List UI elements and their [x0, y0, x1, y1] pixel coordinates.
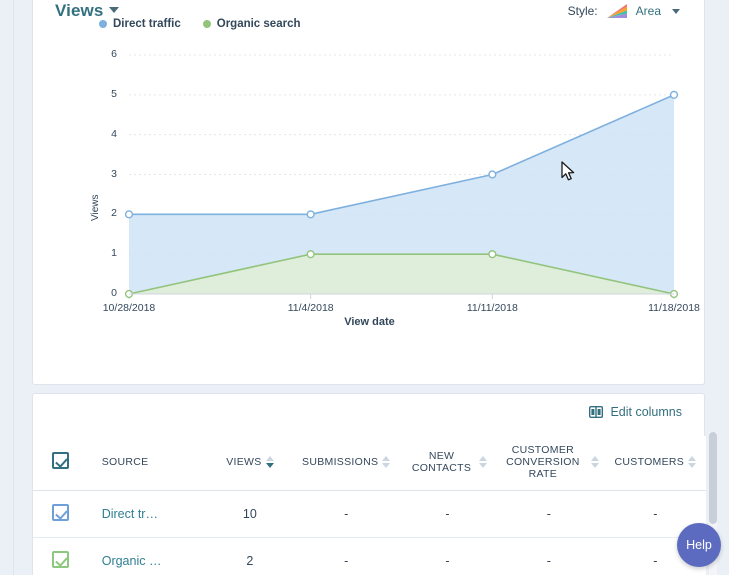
x-tick-label: 11/4/2018 — [261, 302, 361, 314]
table-row[interactable]: Organic …2---- — [33, 538, 706, 575]
y-tick-label: 2 — [99, 207, 117, 219]
legend-label: Organic search — [217, 18, 301, 30]
sources-table-card: Edit columns SOURCE VIEWS — [32, 393, 705, 575]
column-label: SOURCE — [102, 456, 149, 468]
table-body: Direct tr…10----Organic …2---- — [33, 491, 706, 575]
sort-asc-icon — [266, 456, 274, 461]
edit-columns-label: Edit columns — [610, 405, 682, 419]
customer-conversion-rate-cell: - — [493, 491, 604, 538]
views-cell: 2 — [209, 538, 290, 575]
row-checkbox[interactable] — [52, 504, 69, 521]
column-label: CUSTOMERS — [615, 456, 685, 468]
mouse-cursor — [561, 161, 577, 183]
legend-item-organic-search[interactable]: Organic search — [203, 18, 301, 30]
row-select-cell — [33, 538, 88, 575]
sort-asc-icon — [382, 456, 390, 461]
table-header-row: SOURCE VIEWS — [33, 436, 706, 491]
table-header: SOURCE VIEWS — [33, 436, 706, 491]
row-checkbox[interactable] — [52, 551, 69, 568]
column-header-customers[interactable]: CUSTOMERS — [605, 436, 706, 491]
column-header-customer-conversion-rate[interactable]: CUSTOMER CONVERSION RATE — [493, 436, 604, 491]
submissions-cell: - — [290, 491, 401, 538]
area-chart-svg — [33, 35, 706, 335]
column-header-new-contacts[interactable]: NEW CONTACTS — [402, 436, 493, 491]
source-cell: Organic … — [88, 538, 210, 575]
x-tick-label: 10/28/2018 — [79, 302, 179, 314]
new-contacts-cell: - — [402, 538, 493, 575]
chart-legend: Direct traffic Organic search — [99, 18, 300, 30]
chevron-down-icon — [109, 7, 119, 13]
chart-plot-area: Views View date 0123456 10/28/201811/4/2… — [33, 35, 706, 335]
help-label: Help — [686, 538, 712, 552]
x-axis-title: View date — [33, 316, 706, 328]
page-title: Views — [55, 1, 103, 20]
columns-icon — [589, 406, 603, 418]
sort-toggle-customer-conversion-rate[interactable] — [591, 456, 599, 468]
style-label: Style: — [568, 4, 598, 18]
column-label: NEW CONTACTS — [408, 450, 475, 474]
sort-asc-icon — [479, 456, 487, 461]
y-tick-label: 3 — [99, 168, 117, 180]
sort-toggle-new-contacts[interactable] — [479, 456, 487, 468]
legend-label: Direct traffic — [113, 18, 181, 30]
submissions-cell: - — [290, 538, 401, 575]
views-chart-card: Views Style: Area Direct traffic O — [32, 0, 705, 385]
sort-desc-icon — [688, 463, 696, 468]
sort-asc-icon — [688, 456, 696, 461]
select-all-header — [33, 436, 88, 491]
y-tick-label: 5 — [99, 88, 117, 100]
sources-table: SOURCE VIEWS — [33, 436, 706, 575]
style-value: Area — [636, 4, 661, 18]
area-chart-style-icon — [605, 3, 629, 19]
column-label: SUBMISSIONS — [302, 456, 378, 468]
y-tick-label: 4 — [99, 128, 117, 140]
sort-desc-icon — [266, 463, 274, 468]
sort-toggle-views[interactable] — [266, 456, 274, 468]
column-label: VIEWS — [226, 456, 261, 468]
table-row[interactable]: Direct tr…10---- — [33, 491, 706, 538]
column-label: CUSTOMER CONVERSION RATE — [499, 444, 586, 480]
source-link[interactable]: Direct tr… — [102, 507, 158, 521]
customer-conversion-rate-cell: - — [493, 538, 604, 575]
views-cell: 10 — [209, 491, 290, 538]
chevron-down-icon — [672, 9, 680, 14]
help-button[interactable]: Help — [677, 523, 721, 567]
source-link[interactable]: Organic … — [102, 554, 162, 568]
column-header-submissions[interactable]: SUBMISSIONS — [290, 436, 401, 491]
edit-columns-button[interactable]: Edit columns — [589, 405, 682, 419]
select-all-checkbox[interactable] — [52, 452, 69, 469]
sort-desc-icon — [382, 463, 390, 468]
legend-dot-icon — [99, 20, 107, 28]
new-contacts-cell: - — [402, 491, 493, 538]
analytics-page: Views Style: Area Direct traffic O — [0, 0, 729, 575]
legend-dot-icon — [203, 20, 211, 28]
sort-toggle-customers[interactable] — [688, 456, 696, 468]
y-tick-label: 0 — [99, 287, 117, 299]
y-tick-label: 1 — [99, 247, 117, 259]
sort-toggle-submissions[interactable] — [382, 456, 390, 468]
chart-style-selector[interactable]: Style: Area — [568, 3, 680, 19]
column-header-views[interactable]: VIEWS — [209, 436, 290, 491]
row-select-cell — [33, 491, 88, 538]
y-tick-label: 6 — [99, 48, 117, 60]
table-scrollbar-thumb[interactable] — [709, 432, 717, 524]
sort-desc-icon — [591, 463, 599, 468]
page-left-gutter — [0, 0, 14, 575]
legend-item-direct-traffic[interactable]: Direct traffic — [99, 18, 181, 30]
sort-asc-icon — [591, 456, 599, 461]
column-header-source[interactable]: SOURCE — [88, 436, 210, 491]
x-tick-label: 11/11/2018 — [442, 302, 542, 314]
x-tick-label: 11/18/2018 — [624, 302, 724, 314]
sort-desc-icon — [479, 463, 487, 468]
source-cell: Direct tr… — [88, 491, 210, 538]
